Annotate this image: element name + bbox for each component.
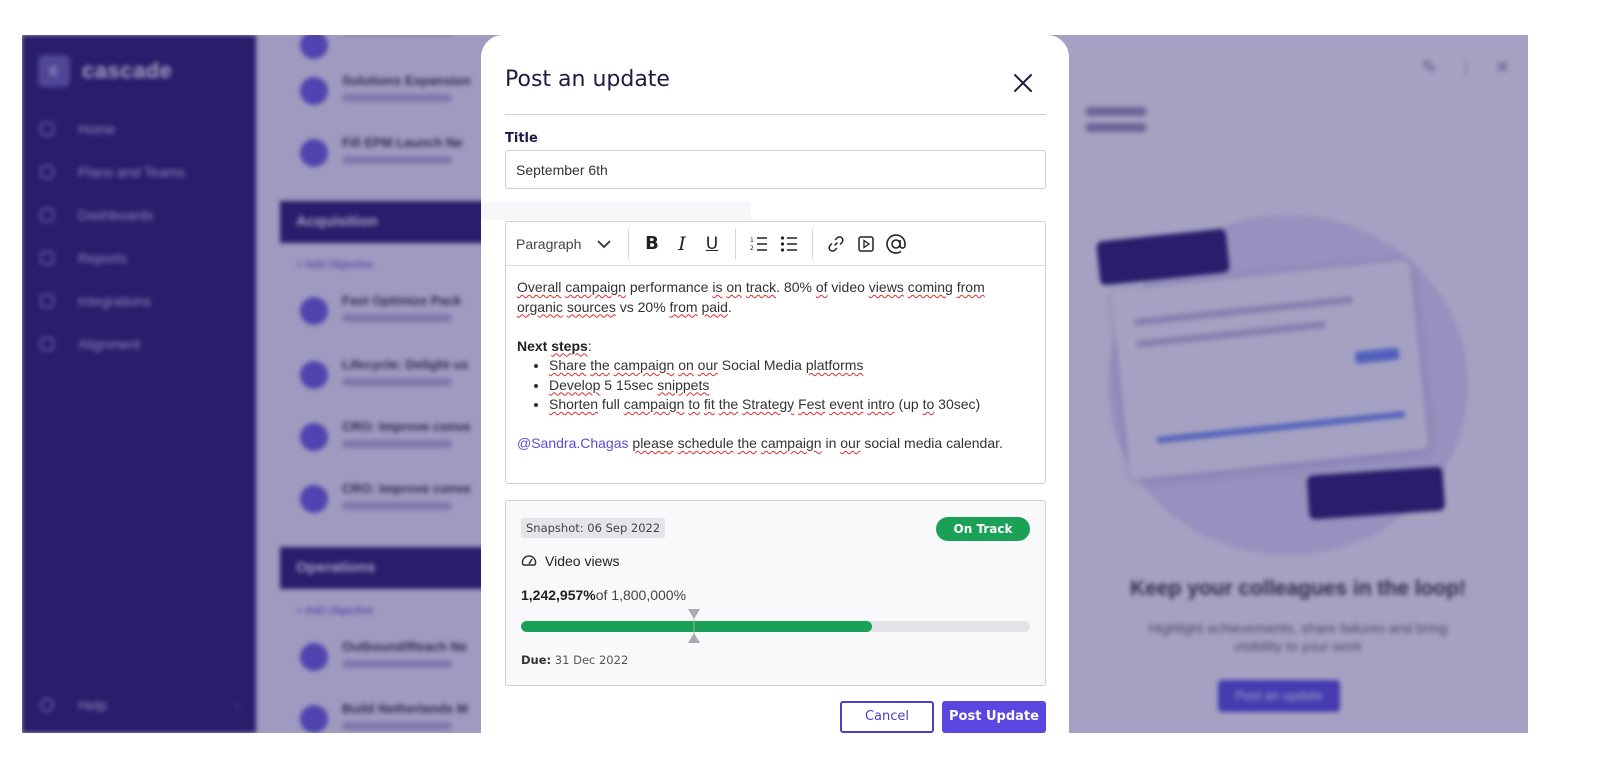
list-item: Develop 5 15sec snippets [549,376,1032,396]
link-button[interactable] [821,229,851,259]
mention-paragraph: @Sandra.Chagas please schedule the campa… [517,435,1003,451]
bullet-list-button[interactable] [774,229,804,259]
expected-progress-marker [688,609,701,643]
toolbar-separator [628,228,629,259]
list-item: Shorten full campaign to fit the Strateg… [549,395,1032,415]
toolbar-separator [735,228,736,259]
link-icon [828,235,844,252]
numbered-list-icon: 12 [750,237,767,252]
modal-title: Post an update [505,67,670,92]
toolbar-separator [812,228,813,259]
status-badge: On Track [936,517,1030,541]
at-sign-icon [886,233,906,254]
due-date: Due: 31 Dec 2022 [521,653,629,667]
post-update-modal: Post an update Title Paragraph B I U 12 [481,35,1069,733]
snapshot-date-badge: Snapshot: 06 Sep 2022 [521,518,666,538]
progress-value: 1,242,957%of 1,800,000% [521,587,686,603]
underline-button[interactable]: U [697,229,727,259]
list-item: Share the campaign on our Social Media p… [549,356,1032,376]
cancel-button[interactable]: Cancel [840,701,934,733]
bold-button[interactable]: B [637,229,667,259]
svg-text:2: 2 [750,245,754,252]
italic-button[interactable]: I [667,229,697,259]
title-input[interactable] [505,150,1046,189]
metric-name: Video views [521,553,619,569]
current-value: 1,242,957% [521,587,596,603]
metric-snapshot-card: Snapshot: 06 Sep 2022 On Track Video vie… [505,500,1046,686]
bullet-list-icon [780,235,797,252]
target-value: of 1,800,000% [595,587,687,603]
chevron-down-icon [597,239,612,248]
divider [481,202,751,220]
svg-text:1: 1 [750,237,754,244]
intro-paragraph: Overall campaign performance is on track… [517,279,985,315]
progress-bar [521,621,1030,632]
next-steps-heading: Next steps: [517,337,592,354]
close-icon [1014,74,1032,92]
video-icon [858,235,874,252]
close-button[interactable] [1009,69,1037,97]
numbered-list-button[interactable]: 12 [744,229,774,259]
next-steps-list: Share the campaign on our Social Media p… [517,356,1032,415]
title-label: Title [505,131,538,146]
gauge-icon [521,555,537,566]
divider [505,114,1046,115]
media-embed-button[interactable] [851,229,881,259]
post-update-button[interactable]: Post Update [942,701,1046,733]
paragraph-style-select[interactable]: Paragraph [516,236,620,252]
user-mention[interactable]: @Sandra.Chagas [517,435,629,451]
rich-text-editor[interactable]: Paragraph B I U 12 Overall campaign perf… [505,221,1046,484]
mention-button[interactable] [881,229,911,259]
editor-toolbar: Paragraph B I U 12 [506,222,1045,266]
editor-content[interactable]: Overall campaign performance is on track… [517,278,1032,454]
